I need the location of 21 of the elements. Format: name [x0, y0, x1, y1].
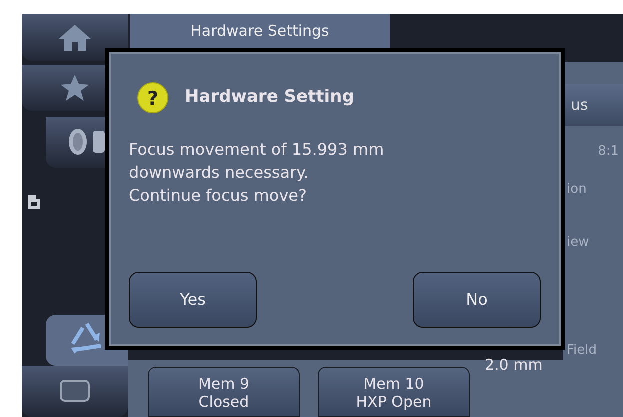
title-tab[interactable]: Hardware Settings	[130, 14, 390, 48]
panel-button[interactable]: us	[563, 84, 623, 126]
panel-label: iew	[566, 234, 590, 252]
home-icon	[57, 22, 93, 53]
time-label: 8:1	[597, 143, 620, 161]
rectangle-icon	[59, 379, 91, 404]
question-mark: ?	[146, 87, 160, 112]
yes-button[interactable]: Yes	[129, 272, 257, 328]
sidebar-button[interactable]	[22, 14, 128, 62]
device-icon	[26, 193, 42, 212]
memory-button[interactable]: Mem 10 HXP Open	[318, 367, 470, 417]
panel-label: Field	[566, 342, 598, 360]
dialog-message: Focus movement of 15.993 mm downwards necessary. Continue focus move?	[129, 139, 386, 208]
no-button[interactable]: No	[413, 272, 541, 328]
memory-button[interactable]: Mem 9 Closed	[148, 367, 300, 417]
dialog-title: Hardware Setting	[185, 86, 354, 110]
value-label: 2.0 mm	[485, 355, 543, 376]
star-icon	[60, 74, 90, 102]
panel-label: ion	[566, 180, 588, 198]
filter-wheel-icon	[67, 127, 107, 158]
sidebar-button[interactable]	[22, 366, 128, 417]
